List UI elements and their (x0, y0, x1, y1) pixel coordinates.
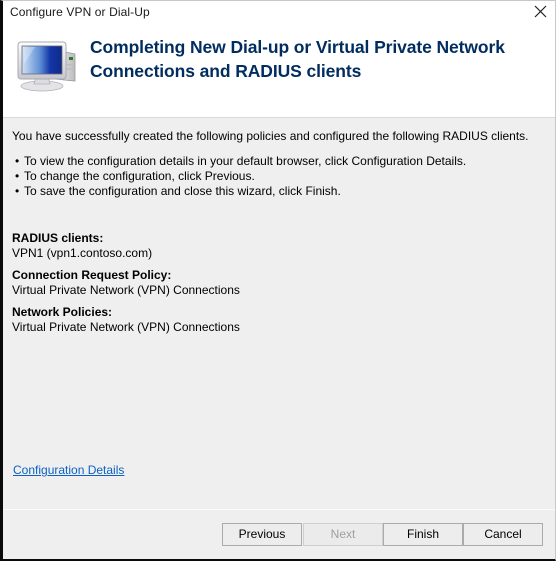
close-icon (534, 5, 547, 18)
bullet-icon: • (15, 154, 20, 168)
bullet-icon: • (15, 184, 20, 198)
list-item-label: To change the configuration, click Previ… (24, 169, 255, 183)
page-title: Completing New Dial-up or Virtual Privat… (90, 37, 505, 81)
summary-group-radius-clients: RADIUS clients: VPN1 (vpn1.contoso.com) (12, 231, 541, 261)
intro-text: You have successfully created the follow… (12, 129, 529, 143)
list-item-label: To view the configuration details in you… (24, 154, 467, 168)
wizard-window: Configure VPN or Dial-Up Completing New … (0, 0, 556, 561)
summary-value: Virtual Private Network (VPN) Connection… (12, 320, 240, 334)
summary-group-connection-request-policy: Connection Request Policy: Virtual Priva… (12, 268, 541, 298)
summary-group-network-policies: Network Policies: Virtual Private Networ… (12, 305, 541, 335)
window-title: Configure VPN or Dial-Up (10, 4, 150, 19)
finish-button[interactable]: Finish (383, 523, 463, 546)
next-button: Next (303, 523, 383, 546)
list-item: • To change the configuration, click Pre… (15, 169, 541, 183)
summary-label: Network Policies: (12, 305, 113, 319)
title-bar: Configure VPN or Dial-Up (3, 1, 555, 22)
instruction-list: • To view the configuration details in y… (15, 154, 541, 199)
cancel-button[interactable]: Cancel (463, 523, 543, 546)
wizard-body: You have successfully created the follow… (3, 118, 555, 559)
list-item-label: To save the configuration and close this… (24, 184, 341, 198)
computer-monitor-icon (15, 34, 85, 94)
summary-label: Connection Request Policy: (12, 268, 172, 282)
list-item: • To save the configuration and close th… (15, 184, 541, 198)
summary-value: VPN1 (vpn1.contoso.com) (12, 246, 153, 260)
bullet-icon: • (15, 169, 20, 183)
configuration-details-link[interactable]: Configuration Details (13, 463, 124, 477)
wizard-header: Completing New Dial-up or Virtual Privat… (3, 22, 555, 118)
previous-button[interactable]: Previous (222, 523, 302, 546)
button-bar: Previous Next Finish Cancel (3, 510, 555, 559)
summary-section: RADIUS clients: VPN1 (vpn1.contoso.com) … (12, 231, 541, 342)
summary-value: Virtual Private Network (VPN) Connection… (12, 283, 240, 297)
list-item: • To view the configuration details in y… (15, 154, 541, 168)
summary-label: RADIUS clients: (12, 231, 104, 245)
close-button[interactable] (525, 1, 555, 22)
